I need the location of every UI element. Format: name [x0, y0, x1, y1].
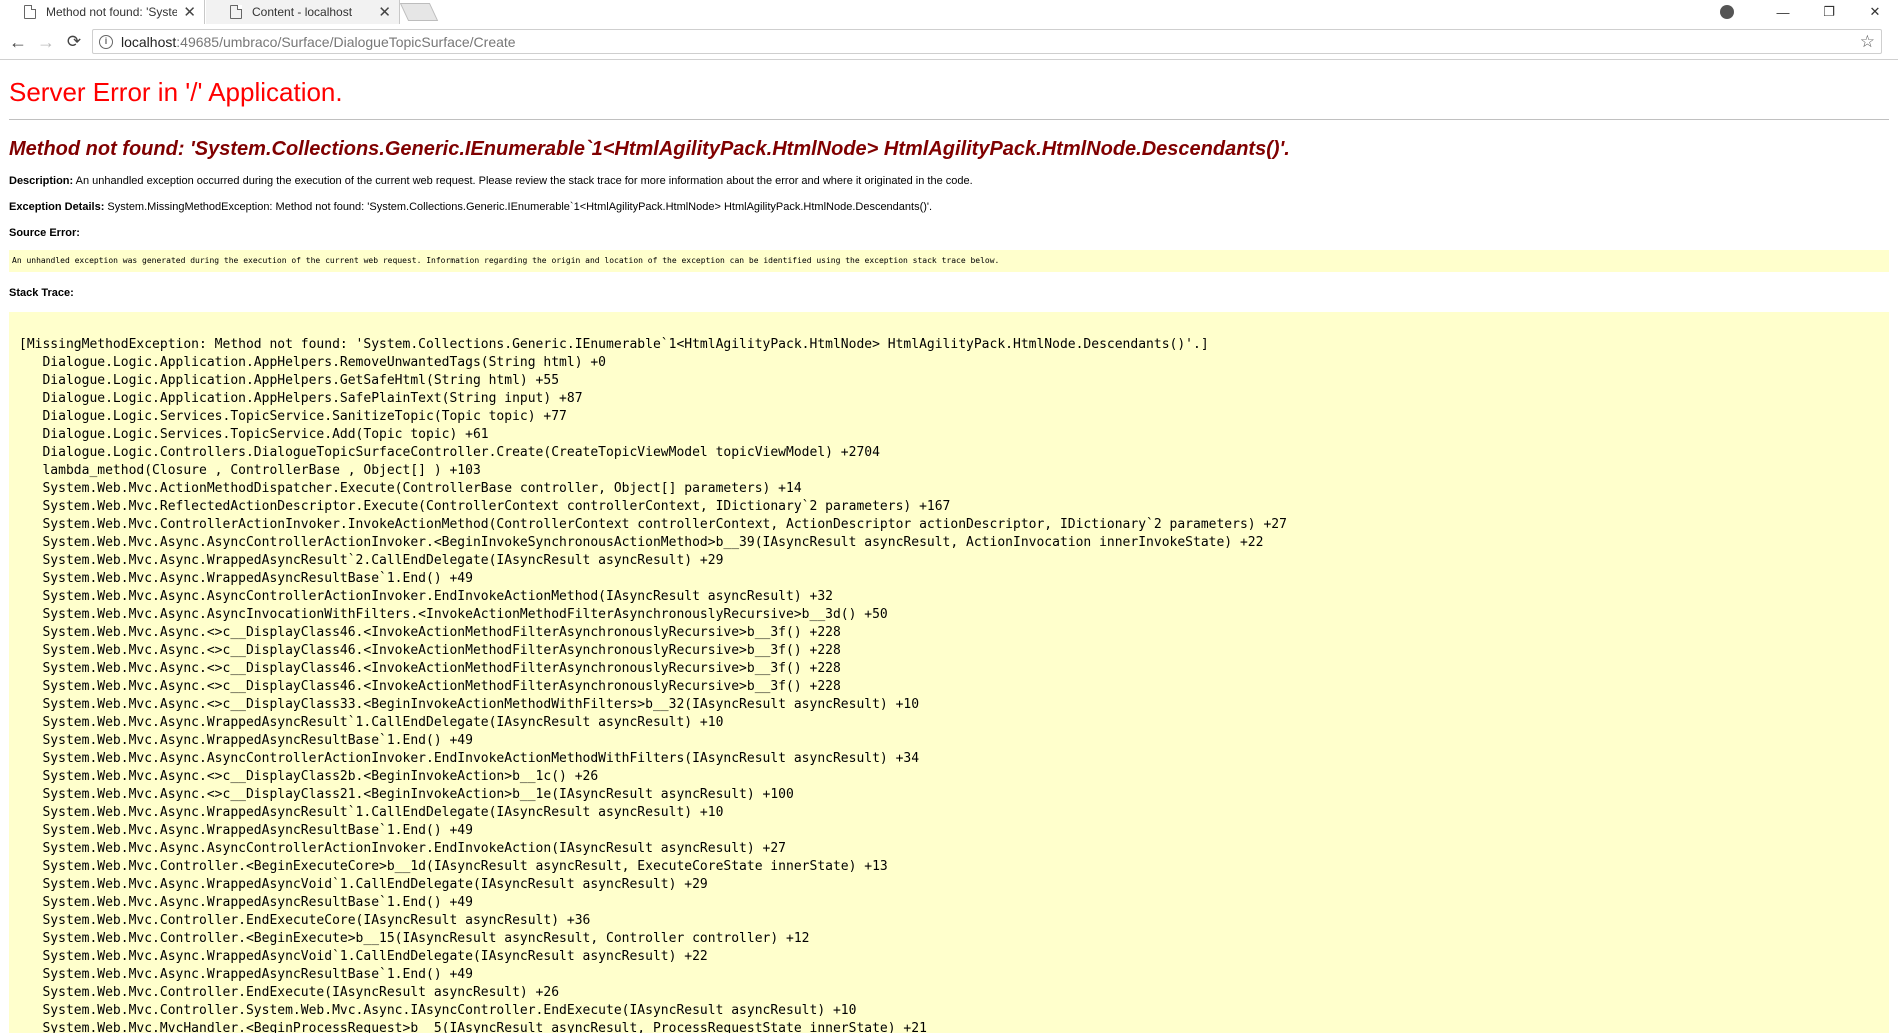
description-label: Description: — [9, 175, 74, 187]
source-error-row: Source Error: — [9, 226, 1898, 240]
divider — [9, 119, 1889, 120]
stack-trace-line: Dialogue.Logic.Application.AppHelpers.Re… — [19, 355, 606, 370]
back-arrow-icon[interactable]: ← — [8, 32, 28, 52]
exception-details-text: System.MissingMethodException: Method no… — [107, 201, 933, 213]
stack-trace-line: System.Web.Mvc.Async.<>c__DisplayClass46… — [19, 625, 841, 640]
stack-trace-line: System.Web.Mvc.Async.AsyncControllerActi… — [19, 841, 787, 856]
tab-title: Content - localhost — [252, 5, 353, 19]
stack-trace-line: lambda_method(Closure , ControllerBase ,… — [19, 463, 481, 478]
profile-icon[interactable] — [1720, 5, 1734, 19]
stack-trace-line: System.Web.Mvc.Controller.EndExecute(IAs… — [19, 985, 560, 1000]
stack-trace-line: System.Web.Mvc.Async.WrappedAsyncVoid`1.… — [19, 949, 708, 964]
stack-trace-line: System.Web.Mvc.Async.AsyncInvocationWith… — [19, 607, 888, 622]
page-icon — [24, 5, 36, 19]
stack-trace-line: System.Web.Mvc.Async.WrappedAsyncResult`… — [19, 715, 724, 730]
description-row: Description: An unhandled exception occu… — [9, 174, 1898, 188]
stack-trace-line: System.Web.Mvc.Async.AsyncControllerActi… — [19, 535, 1264, 550]
browser-toolbar: ← → ⟳ i localhost:49685/umbraco/Surface/… — [0, 24, 1898, 60]
stack-trace-line: Dialogue.Logic.Controllers.DialogueTopic… — [19, 445, 880, 460]
stack-trace-row: Stack Trace: — [9, 286, 1898, 300]
stack-trace-box: [MissingMethodException: Method not foun… — [9, 312, 1889, 1033]
info-icon[interactable]: i — [99, 34, 113, 49]
description-text: An unhandled exception occurred during t… — [75, 175, 973, 187]
tab-error-page[interactable]: Method not found: 'Syste ✕ — [0, 0, 205, 24]
minimize-icon[interactable]: — — [1760, 5, 1806, 20]
source-error-label: Source Error: — [9, 227, 80, 239]
stack-trace-line: System.Web.Mvc.Async.WrappedAsyncResult`… — [19, 805, 724, 820]
error-page: Server Error in '/' Application. Method … — [0, 61, 1898, 1033]
stack-trace-line: System.Web.Mvc.Async.<>c__DisplayClass46… — [19, 661, 841, 676]
stack-trace-line: System.Web.Mvc.Controller.System.Web.Mvc… — [19, 1003, 857, 1018]
url-path: :49685/umbraco/Surface/DialogueTopicSurf… — [176, 33, 516, 50]
stack-trace-line: System.Web.Mvc.ControllerActionInvoker.I… — [19, 517, 1287, 532]
reload-icon[interactable]: ⟳ — [64, 32, 84, 52]
window-controls: — ❐ ✕ — [1720, 0, 1898, 24]
error-message: Method not found: 'System.Collections.Ge… — [9, 138, 1290, 160]
close-window-icon[interactable]: ✕ — [1852, 4, 1898, 20]
stack-trace-line: System.Web.Mvc.Async.AsyncControllerActi… — [19, 589, 833, 604]
new-tab-button[interactable] — [399, 3, 439, 21]
stack-trace-line: System.Web.Mvc.Async.WrappedAsyncResultB… — [19, 895, 473, 910]
stack-trace-line: System.Web.Mvc.Controller.<BeginExecuteC… — [19, 859, 888, 874]
stack-trace-line: System.Web.Mvc.Async.<>c__DisplayClass46… — [19, 643, 841, 658]
stack-trace-line: Dialogue.Logic.Services.TopicService.Add… — [19, 427, 489, 442]
stack-trace-line: Dialogue.Logic.Application.AppHelpers.Ge… — [19, 373, 560, 388]
stack-trace-line: System.Web.Mvc.Async.<>c__DisplayClass33… — [19, 697, 920, 712]
tab-bar: Method not found: 'Syste ✕ Content - loc… — [0, 0, 1898, 24]
stack-trace-line: System.Web.Mvc.ActionMethodDispatcher.Ex… — [19, 481, 802, 496]
stack-trace-line: System.Web.Mvc.Controller.EndExecuteCore… — [19, 913, 591, 928]
stack-trace-line: System.Web.Mvc.Async.<>c__DisplayClass46… — [19, 679, 841, 694]
restore-icon[interactable]: ❐ — [1806, 4, 1852, 20]
page-title: Server Error in '/' Application. — [9, 77, 343, 107]
stack-trace-line: System.Web.Mvc.Async.<>c__DisplayClass2b… — [19, 769, 599, 784]
exception-details-row: Exception Details: System.MissingMethodE… — [9, 200, 1898, 214]
exception-details-label: Exception Details: — [9, 201, 105, 213]
url-host: localhost — [121, 33, 177, 50]
stack-trace-line: System.Web.Mvc.MvcHandler.<BeginProcessR… — [19, 1021, 927, 1033]
stack-trace-line: System.Web.Mvc.Async.WrappedAsyncResultB… — [19, 967, 473, 982]
page-icon — [230, 5, 242, 19]
stack-trace-line: System.Web.Mvc.ReflectedActionDescriptor… — [19, 499, 951, 514]
stack-trace-label: Stack Trace: — [9, 287, 74, 299]
stack-trace-line: System.Web.Mvc.Async.<>c__DisplayClass21… — [19, 787, 794, 802]
source-error-box: An unhandled exception was generated dur… — [9, 250, 1889, 272]
stack-trace-line: System.Web.Mvc.Async.WrappedAsyncVoid`1.… — [19, 877, 708, 892]
stack-trace-line: Dialogue.Logic.Services.TopicService.San… — [19, 409, 567, 424]
stack-trace-line: System.Web.Mvc.Async.WrappedAsyncResultB… — [19, 823, 473, 838]
stack-trace-line: System.Web.Mvc.Async.WrappedAsyncResultB… — [19, 733, 473, 748]
stack-trace-line: System.Web.Mvc.Async.WrappedAsyncResult`… — [19, 553, 724, 568]
stack-trace-line: Dialogue.Logic.Application.AppHelpers.Sa… — [19, 391, 583, 406]
bookmark-star-icon[interactable]: ☆ — [1860, 32, 1875, 52]
stack-trace-line: System.Web.Mvc.Async.AsyncControllerActi… — [19, 751, 920, 766]
close-icon[interactable]: ✕ — [183, 3, 196, 21]
stack-trace-line: System.Web.Mvc.Controller.<BeginExecute>… — [19, 931, 810, 946]
stack-trace-header: [MissingMethodException: Method not foun… — [19, 337, 1209, 352]
tab-title: Method not found: 'Syste — [46, 5, 178, 19]
close-icon[interactable]: ✕ — [378, 3, 391, 21]
tab-content[interactable]: Content - localhost ✕ — [206, 0, 400, 24]
forward-arrow-icon[interactable]: → — [36, 32, 56, 52]
address-bar[interactable]: i localhost:49685/umbraco/Surface/Dialog… — [92, 29, 1882, 54]
stack-trace-line: System.Web.Mvc.Async.WrappedAsyncResultB… — [19, 571, 473, 586]
